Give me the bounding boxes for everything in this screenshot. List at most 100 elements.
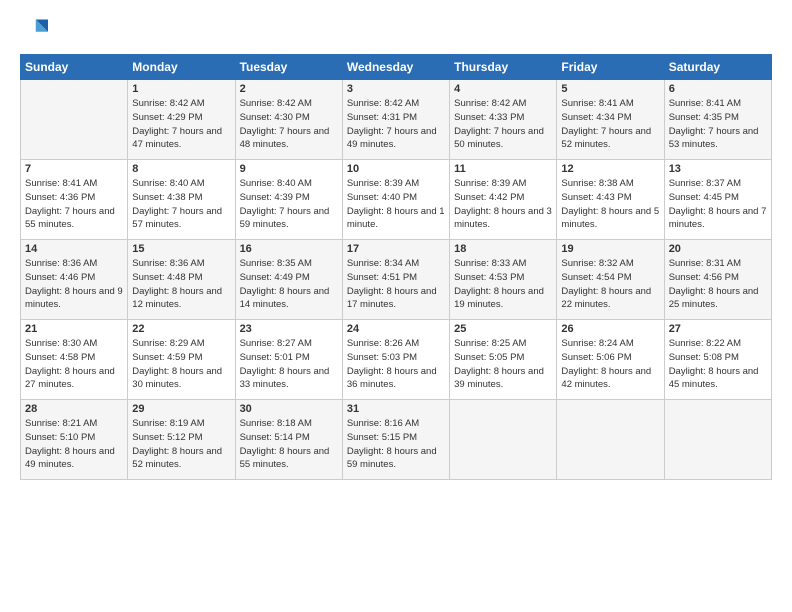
day-info: Sunrise: 8:18 AMSunset: 5:14 PMDaylight:… [240, 417, 338, 472]
calendar-cell [664, 400, 771, 480]
calendar-cell: 21 Sunrise: 8:30 AMSunset: 4:58 PMDayligh… [21, 320, 128, 400]
calendar-cell: 5 Sunrise: 8:41 AMSunset: 4:34 PMDaylight… [557, 80, 664, 160]
calendar-cell: 12 Sunrise: 8:38 AMSunset: 4:43 PMDayligh… [557, 160, 664, 240]
calendar-week: 14Sunrise: 8:36 AMSunset: 4:46 PMDayligh… [21, 240, 772, 320]
day-number: 27 [669, 323, 767, 335]
calendar-cell: 16Sunrise: 8:35 AMSunset: 4:49 PMDayligh… [235, 240, 342, 320]
calendar-cell: 22 Sunrise: 8:29 AMSunset: 4:59 PMDayligh… [128, 320, 235, 400]
day-number: 20 [669, 243, 767, 255]
day-number: 25 [454, 323, 552, 335]
day-number: 3 [347, 83, 445, 95]
day-number: 19 [561, 243, 659, 255]
day-info: Sunrise: 8:26 AMSunset: 5:03 PMDaylight:… [347, 337, 445, 392]
day-number: 23 [240, 323, 338, 335]
weekday-header: Thursday [450, 55, 557, 80]
day-info: Sunrise: 8:39 AMSunset: 4:40 PMDaylight:… [347, 177, 445, 232]
logo [20, 16, 50, 44]
calendar-cell [557, 400, 664, 480]
day-info: Sunrise: 8:42 AMSunset: 4:31 PMDaylight:… [347, 97, 445, 152]
calendar-body: 1 Sunrise: 8:42 AMSunset: 4:29 PMDaylight… [21, 80, 772, 480]
day-number: 28 [25, 403, 123, 415]
calendar-cell: 1 Sunrise: 8:42 AMSunset: 4:29 PMDaylight… [128, 80, 235, 160]
calendar-table: SundayMondayTuesdayWednesdayThursdayFrid… [20, 54, 772, 480]
day-info: Sunrise: 8:22 AMSunset: 5:08 PMDaylight:… [669, 337, 767, 392]
day-info: Sunrise: 8:29 AMSunset: 4:59 PMDaylight:… [132, 337, 230, 392]
day-info: Sunrise: 8:16 AMSunset: 5:15 PMDaylight:… [347, 417, 445, 472]
day-info: Sunrise: 8:21 AMSunset: 5:10 PMDaylight:… [25, 417, 123, 472]
day-info: Sunrise: 8:19 AMSunset: 5:12 PMDaylight:… [132, 417, 230, 472]
day-info: Sunrise: 8:32 AMSunset: 4:54 PMDaylight:… [561, 257, 659, 312]
day-info: Sunrise: 8:24 AMSunset: 5:06 PMDaylight:… [561, 337, 659, 392]
weekday-header: Sunday [21, 55, 128, 80]
day-number: 29 [132, 403, 230, 415]
calendar-cell: 18 Sunrise: 8:33 AMSunset: 4:53 PMDayligh… [450, 240, 557, 320]
calendar-week: 7 Sunrise: 8:41 AMSunset: 4:36 PMDaylight… [21, 160, 772, 240]
calendar-cell: 3 Sunrise: 8:42 AMSunset: 4:31 PMDaylight… [342, 80, 449, 160]
day-number: 9 [240, 163, 338, 175]
day-info: Sunrise: 8:34 AMSunset: 4:51 PMDaylight:… [347, 257, 445, 312]
day-info: Sunrise: 8:42 AMSunset: 4:33 PMDaylight:… [454, 97, 552, 152]
day-info: Sunrise: 8:39 AMSunset: 4:42 PMDaylight:… [454, 177, 552, 232]
day-number: 10 [347, 163, 445, 175]
calendar-cell: 23 Sunrise: 8:27 AMSunset: 5:01 PMDayligh… [235, 320, 342, 400]
calendar-cell: 11 Sunrise: 8:39 AMSunset: 4:42 PMDayligh… [450, 160, 557, 240]
day-info: Sunrise: 8:25 AMSunset: 5:05 PMDaylight:… [454, 337, 552, 392]
day-number: 12 [561, 163, 659, 175]
day-number: 1 [132, 83, 230, 95]
calendar-week: 28 Sunrise: 8:21 AMSunset: 5:10 PMDayligh… [21, 400, 772, 480]
day-number: 14 [25, 243, 123, 255]
day-number: 22 [132, 323, 230, 335]
page-container: SundayMondayTuesdayWednesdayThursdayFrid… [0, 0, 792, 490]
calendar-cell [450, 400, 557, 480]
calendar-cell: 26 Sunrise: 8:24 AMSunset: 5:06 PMDayligh… [557, 320, 664, 400]
day-info: Sunrise: 8:27 AMSunset: 5:01 PMDaylight:… [240, 337, 338, 392]
calendar-cell: 20 Sunrise: 8:31 AMSunset: 4:56 PMDayligh… [664, 240, 771, 320]
day-number: 26 [561, 323, 659, 335]
calendar-week: 1 Sunrise: 8:42 AMSunset: 4:29 PMDaylight… [21, 80, 772, 160]
weekday-header: Wednesday [342, 55, 449, 80]
day-info: Sunrise: 8:40 AMSunset: 4:39 PMDaylight:… [240, 177, 338, 232]
calendar-header: SundayMondayTuesdayWednesdayThursdayFrid… [21, 55, 772, 80]
day-number: 4 [454, 83, 552, 95]
day-number: 16 [240, 243, 338, 255]
day-number: 6 [669, 83, 767, 95]
day-number: 11 [454, 163, 552, 175]
day-number: 18 [454, 243, 552, 255]
day-info: Sunrise: 8:41 AMSunset: 4:35 PMDaylight:… [669, 97, 767, 152]
weekday-header: Tuesday [235, 55, 342, 80]
day-number: 21 [25, 323, 123, 335]
day-number: 17 [347, 243, 445, 255]
weekday-header: Friday [557, 55, 664, 80]
calendar-cell: 30Sunrise: 8:18 AMSunset: 5:14 PMDayligh… [235, 400, 342, 480]
calendar-cell: 19 Sunrise: 8:32 AMSunset: 4:54 PMDayligh… [557, 240, 664, 320]
day-info: Sunrise: 8:31 AMSunset: 4:56 PMDaylight:… [669, 257, 767, 312]
calendar-cell: 14Sunrise: 8:36 AMSunset: 4:46 PMDayligh… [21, 240, 128, 320]
day-number: 5 [561, 83, 659, 95]
day-number: 7 [25, 163, 123, 175]
calendar-cell: 8Sunrise: 8:40 AMSunset: 4:38 PMDaylight… [128, 160, 235, 240]
day-info: Sunrise: 8:40 AMSunset: 4:38 PMDaylight:… [132, 177, 230, 232]
calendar-cell: 10 Sunrise: 8:39 AMSunset: 4:40 PMDayligh… [342, 160, 449, 240]
day-number: 24 [347, 323, 445, 335]
day-info: Sunrise: 8:41 AMSunset: 4:36 PMDaylight:… [25, 177, 123, 232]
logo-icon [20, 16, 48, 44]
calendar-cell: 29 Sunrise: 8:19 AMSunset: 5:12 PMDayligh… [128, 400, 235, 480]
calendar-cell: 27 Sunrise: 8:22 AMSunset: 5:08 PMDayligh… [664, 320, 771, 400]
day-info: Sunrise: 8:41 AMSunset: 4:34 PMDaylight:… [561, 97, 659, 152]
calendar-cell: 25 Sunrise: 8:25 AMSunset: 5:05 PMDayligh… [450, 320, 557, 400]
day-info: Sunrise: 8:42 AMSunset: 4:29 PMDaylight:… [132, 97, 230, 152]
calendar-cell: 2Sunrise: 8:42 AMSunset: 4:30 PMDaylight… [235, 80, 342, 160]
day-info: Sunrise: 8:33 AMSunset: 4:53 PMDaylight:… [454, 257, 552, 312]
calendar-cell: 6 Sunrise: 8:41 AMSunset: 4:35 PMDaylight… [664, 80, 771, 160]
calendar-cell: 17 Sunrise: 8:34 AMSunset: 4:51 PMDayligh… [342, 240, 449, 320]
day-number: 13 [669, 163, 767, 175]
day-info: Sunrise: 8:37 AMSunset: 4:45 PMDaylight:… [669, 177, 767, 232]
day-info: Sunrise: 8:36 AMSunset: 4:48 PMDaylight:… [132, 257, 230, 312]
calendar-cell: 13 Sunrise: 8:37 AMSunset: 4:45 PMDayligh… [664, 160, 771, 240]
day-info: Sunrise: 8:30 AMSunset: 4:58 PMDaylight:… [25, 337, 123, 392]
calendar-cell: 24 Sunrise: 8:26 AMSunset: 5:03 PMDayligh… [342, 320, 449, 400]
day-number: 2 [240, 83, 338, 95]
day-info: Sunrise: 8:38 AMSunset: 4:43 PMDaylight:… [561, 177, 659, 232]
day-number: 31 [347, 403, 445, 415]
header [20, 16, 772, 44]
